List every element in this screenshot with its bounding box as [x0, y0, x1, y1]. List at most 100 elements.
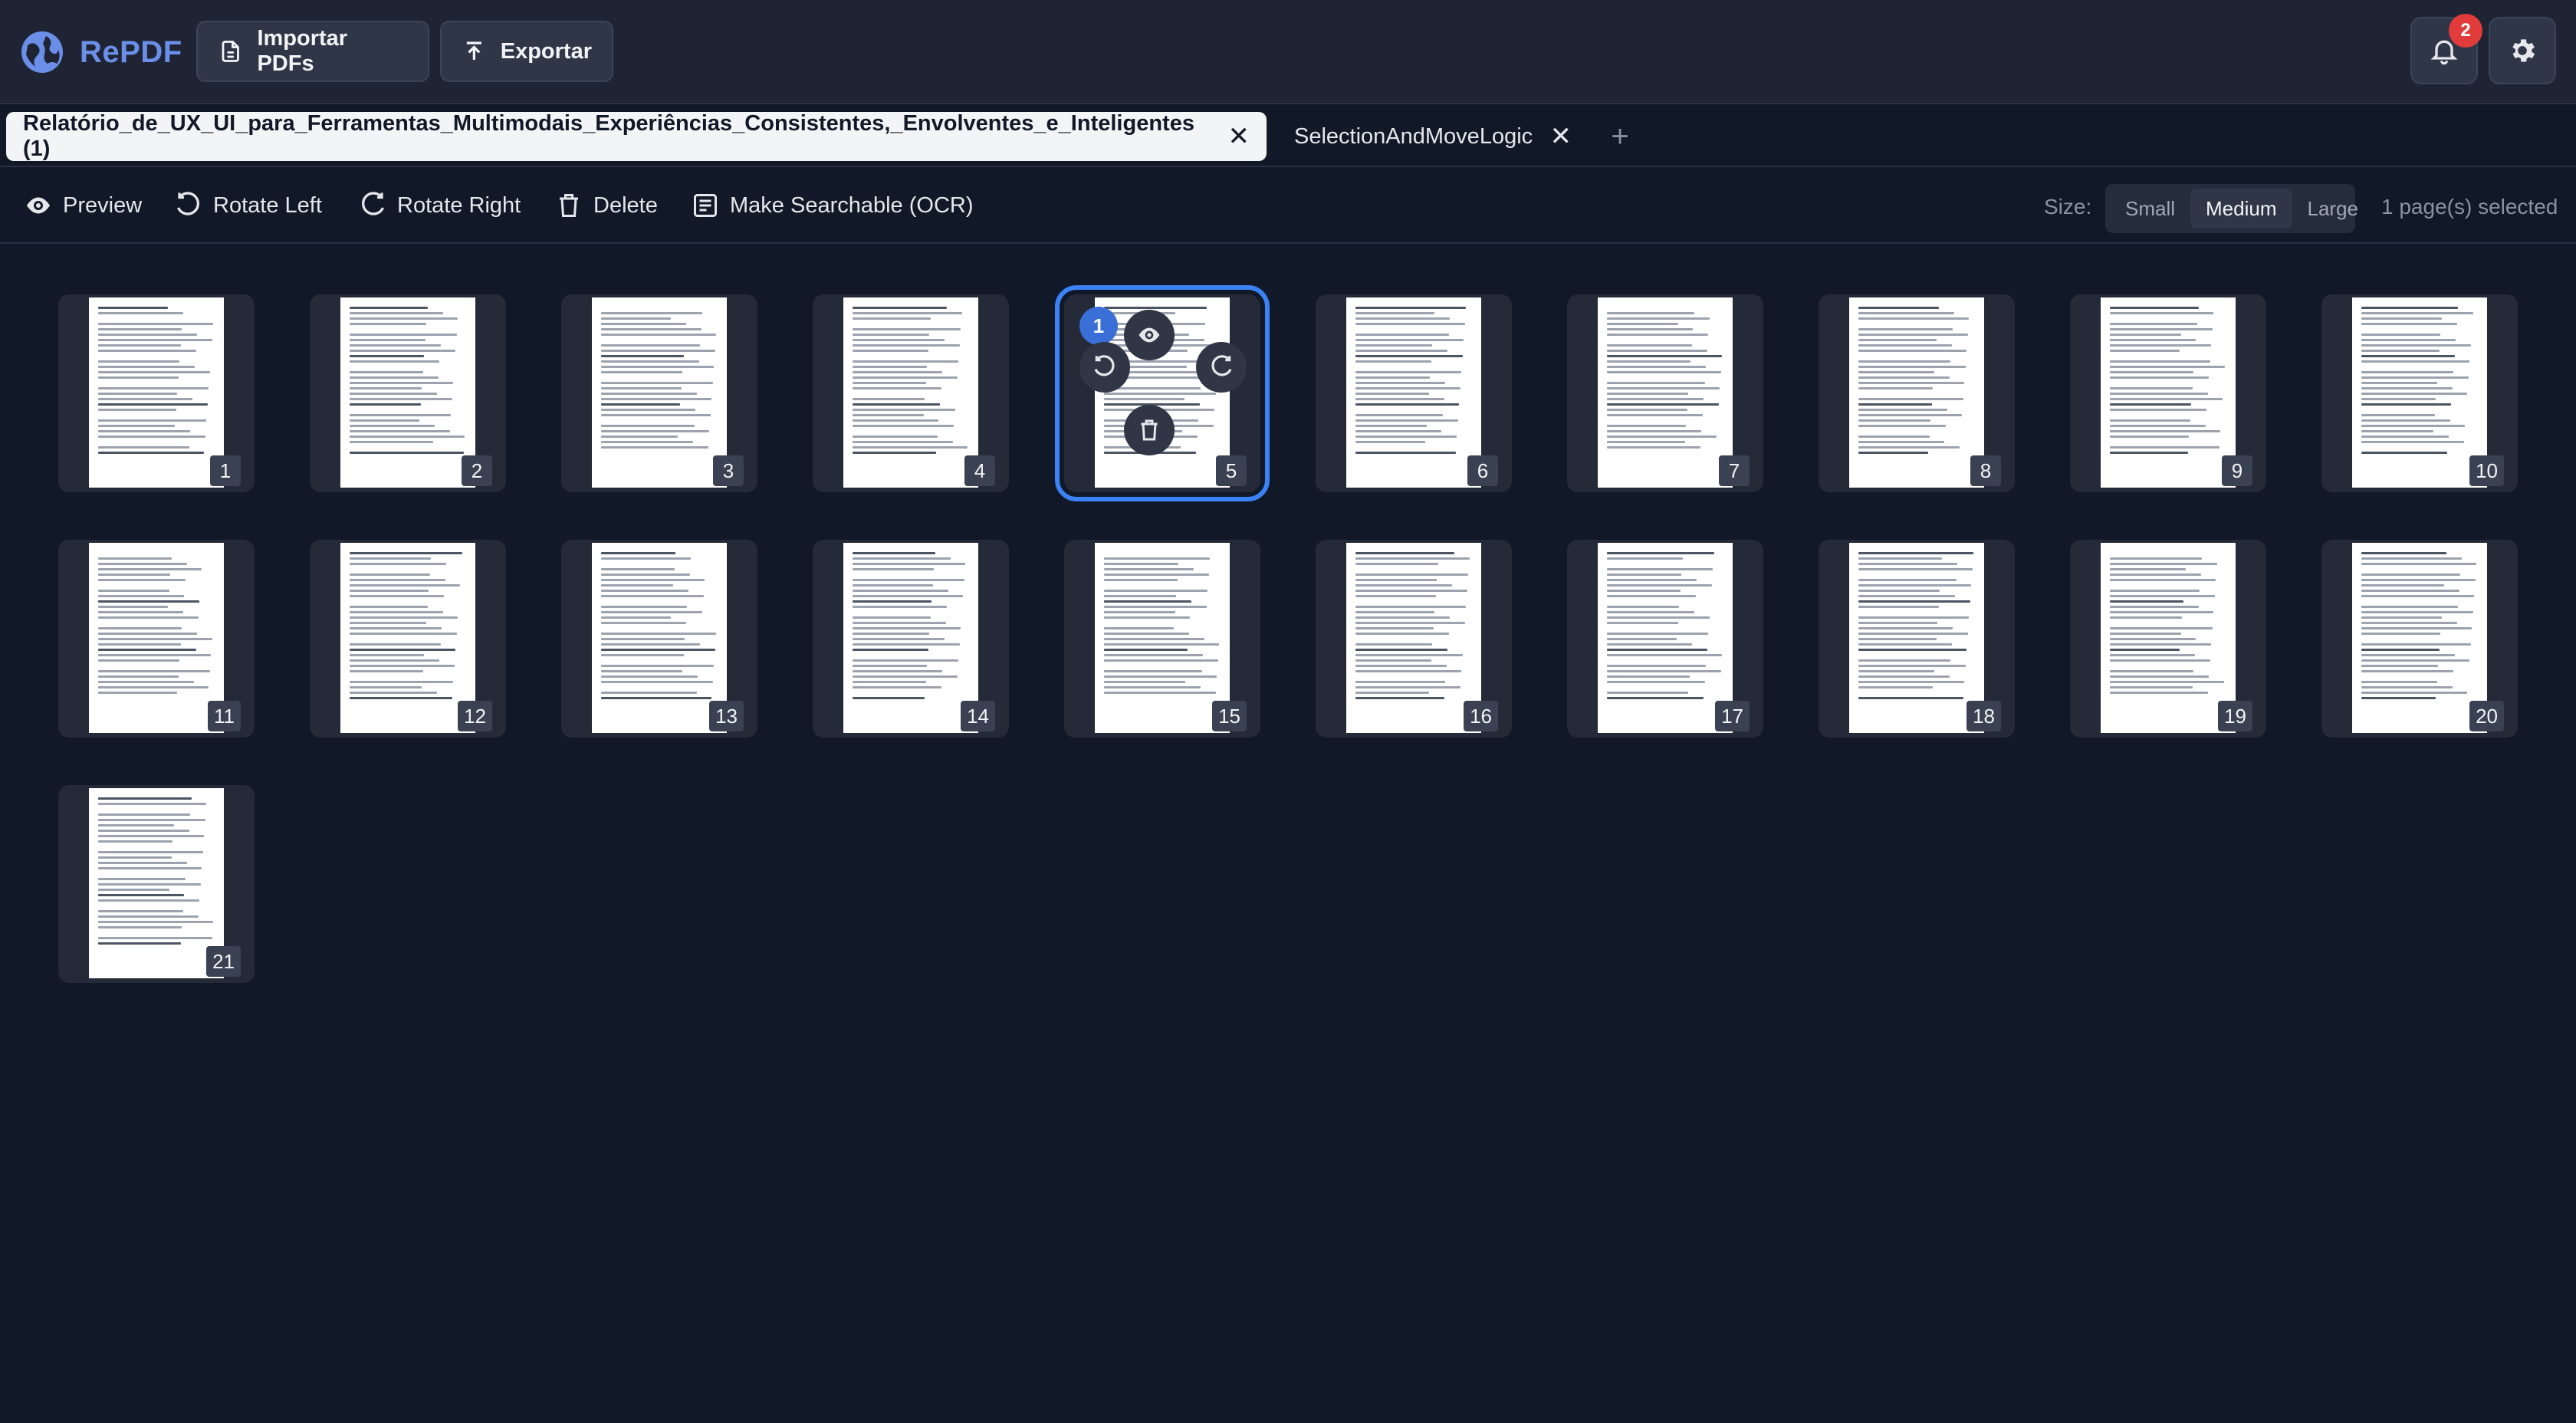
page-text-lines — [98, 797, 215, 969]
export-label: Exportar — [500, 38, 592, 64]
page-card-18[interactable]: 18 — [1819, 540, 2015, 738]
page-thumbnail — [89, 297, 224, 488]
page-card-13[interactable]: 13 — [561, 540, 757, 738]
page-card-21[interactable]: 21 — [58, 785, 255, 983]
page-number: 4 — [964, 455, 995, 486]
page-grid: 1 2 3 4 5 1 6 7 8 9 10 11 12 13 14 15 16 17 18 19 20 21 — [0, 245, 2576, 1423]
selection-order-badge: 1 — [1079, 307, 1118, 345]
page-thumbnail — [340, 543, 475, 733]
page-text-lines — [350, 552, 466, 724]
close-tab-icon[interactable]: ✕ — [1228, 121, 1250, 152]
page-text-lines — [2110, 552, 2226, 724]
upload-icon — [466, 41, 481, 60]
page-thumbnail — [89, 543, 224, 733]
page-card-8[interactable]: 8 — [1819, 294, 2015, 492]
page-number: 16 — [1464, 701, 1498, 731]
export-button[interactable]: Exportar — [440, 21, 613, 82]
page-toolbar: Preview Rotate Left Rotate Right Delete … — [0, 169, 2576, 244]
page-number: 18 — [1967, 701, 2001, 731]
page-number: 5 — [1216, 455, 1247, 486]
page-text-lines — [853, 307, 969, 478]
page-number: 14 — [961, 701, 995, 731]
page-text-lines — [1607, 307, 1723, 478]
rotate-left-button[interactable]: Rotate Left — [175, 186, 322, 225]
document-icon — [222, 41, 239, 62]
page-card-17[interactable]: 17 — [1567, 540, 1763, 738]
page-thumbnail — [2352, 297, 2487, 488]
page-delete-button[interactable] — [1124, 405, 1175, 455]
page-number: 13 — [709, 701, 744, 731]
page-card-1[interactable]: 1 — [58, 294, 255, 492]
import-pdfs-label: Importar PDFs — [257, 26, 348, 76]
rotate-left-icon — [1094, 355, 1115, 376]
rotate-right-icon — [1211, 355, 1232, 376]
page-number: 9 — [2222, 455, 2252, 486]
scan-text-icon — [694, 194, 717, 217]
page-card-5[interactable]: 51 — [1055, 285, 1270, 501]
eye-icon — [1138, 327, 1160, 343]
add-tab-button[interactable]: + — [1604, 115, 1636, 158]
rotate-right-label: Rotate Right — [397, 192, 521, 218]
size-option-small[interactable]: Small — [2110, 189, 2190, 228]
gear-icon — [2512, 39, 2535, 62]
preview-label: Preview — [63, 192, 143, 218]
page-card-19[interactable]: 19 — [2070, 540, 2266, 738]
notification-badge: 2 — [2449, 14, 2482, 48]
eye-icon — [27, 197, 50, 214]
tab-label: Relatório_de_UX_UI_para_Ferramentas_Mult… — [23, 111, 1194, 161]
page-card-9[interactable]: 9 — [2070, 294, 2266, 492]
page-text-lines — [1607, 552, 1723, 724]
tab-document-2[interactable]: SelectionAndMoveLogic ✕ — [1277, 112, 1589, 161]
page-thumbnail — [1598, 543, 1733, 733]
page-card-11[interactable]: 11 — [58, 540, 255, 738]
size-option-large[interactable]: Large — [2292, 189, 2374, 228]
page-card-6[interactable]: 6 — [1316, 294, 1512, 492]
size-label: Size: — [2044, 195, 2092, 219]
page-card-12[interactable]: 12 — [310, 540, 506, 738]
page-thumbnail — [1849, 297, 1984, 488]
page-card-7[interactable]: 7 — [1567, 294, 1763, 492]
page-rotate-left-button[interactable] — [1079, 342, 1130, 393]
page-number: 6 — [1467, 455, 1498, 486]
preview-button[interactable]: Preview — [25, 186, 142, 225]
page-number: 21 — [206, 946, 241, 977]
page-card-16[interactable]: 16 — [1316, 540, 1512, 738]
page-thumbnail — [340, 297, 475, 488]
globe-logo-icon — [21, 31, 63, 73]
page-thumbnail — [2101, 543, 2236, 733]
page-card-14[interactable]: 14 — [813, 540, 1009, 738]
page-card-2[interactable]: 2 — [310, 294, 506, 492]
page-card-20[interactable]: 20 — [2321, 540, 2518, 738]
page-number: 19 — [2218, 701, 2252, 731]
page-text-lines — [98, 552, 215, 724]
page-text-lines — [853, 552, 969, 724]
page-card-3[interactable]: 3 — [561, 294, 757, 492]
close-tab-icon[interactable]: ✕ — [1550, 121, 1572, 152]
page-number: 17 — [1715, 701, 1750, 731]
page-text-lines — [1355, 307, 1472, 478]
tab-document-1[interactable]: Relatório_de_UX_UI_para_Ferramentas_Mult… — [6, 111, 1267, 161]
page-card-10[interactable]: 10 — [2321, 294, 2518, 492]
app-logo[interactable]: RePDF — [20, 28, 182, 77]
page-rotate-right-button[interactable] — [1196, 342, 1247, 393]
ocr-button[interactable]: Make Searchable (OCR) — [692, 186, 974, 225]
page-preview-button[interactable] — [1124, 310, 1175, 360]
page-number: 10 — [2469, 455, 2504, 486]
import-pdfs-button[interactable]: Importar PDFs — [196, 21, 429, 82]
page-text-lines — [2110, 307, 2226, 478]
settings-button[interactable] — [2489, 17, 2556, 84]
page-thumbnail — [843, 543, 978, 733]
ocr-label: Make Searchable (OCR) — [730, 192, 974, 218]
document-tab-bar: Relatório_de_UX_UI_para_Ferramentas_Mult… — [0, 106, 2576, 167]
page-card-15[interactable]: 15 — [1064, 540, 1260, 738]
page-number: 3 — [713, 455, 744, 486]
size-option-medium[interactable]: Medium — [2190, 189, 2292, 228]
page-number: 12 — [458, 701, 492, 731]
page-text-lines — [1355, 552, 1472, 724]
page-text-lines — [1858, 552, 1975, 724]
delete-button[interactable]: Delete — [555, 186, 658, 225]
rotate-right-button[interactable]: Rotate Right — [359, 186, 521, 225]
page-thumbnail — [1346, 297, 1481, 488]
page-card-4[interactable]: 4 — [813, 294, 1009, 492]
page-thumbnail — [843, 297, 978, 488]
